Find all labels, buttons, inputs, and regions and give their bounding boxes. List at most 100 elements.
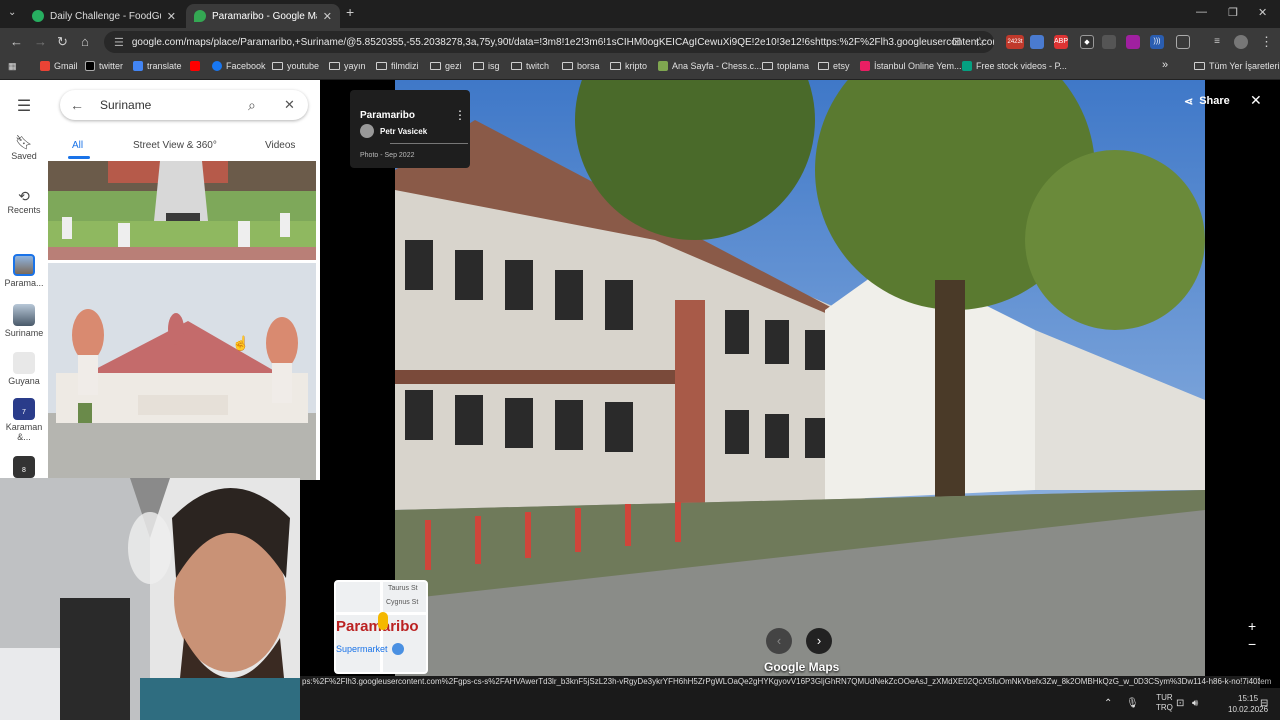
bookmark-folder-yayin[interactable]: yayın [329, 61, 366, 71]
tab-foodguessr[interactable]: Daily Challenge - FoodGuessr | ✕ [24, 4, 184, 28]
zoom-out-icon[interactable]: − [1248, 636, 1256, 652]
url-field[interactable]: ☰ google.com/maps/place/Paramaribo,+Suri… [104, 31, 994, 53]
forward-icon[interactable]: → [34, 34, 47, 50]
rail-paramaribo[interactable]: Parama... [0, 254, 48, 288]
url-text: google.com/maps/place/Paramaribo,+Surina… [131, 36, 994, 48]
rail-label: Karaman &... [5, 422, 43, 442]
bookmark-folder-kripto[interactable]: kripto [610, 61, 647, 71]
tab-bar: ⌄ Daily Challenge - FoodGuessr | ✕ Param… [0, 0, 1280, 28]
all-bookmarks[interactable]: Tüm Yer İşaretleri [1194, 61, 1280, 71]
previous-photo-button[interactable]: ‹ [766, 628, 792, 654]
bookmark-folder-isg[interactable]: isg [473, 61, 500, 71]
foodguessr-favicon-icon [32, 10, 44, 22]
bookmark-facebook[interactable]: Facebook [212, 61, 266, 71]
purple-ext-icon[interactable] [1126, 35, 1140, 49]
paramaribo-thumb [13, 254, 35, 276]
close-tab-icon[interactable]: ✕ [167, 10, 176, 23]
bookmark-folder-toplama[interactable]: toplama [762, 61, 809, 71]
more-options-icon[interactable]: ⋮ [454, 108, 466, 122]
volume-icon[interactable]: 🔊︎ [1192, 698, 1198, 709]
photo-date: Photo - Sep 2022 [360, 152, 415, 159]
bookmark-folder-twitch[interactable]: twitch [511, 61, 549, 71]
rail-suriname[interactable]: Suriname [0, 304, 48, 338]
close-window-icon[interactable]: ✕ [1258, 6, 1267, 19]
close-tab-icon[interactable]: ✕ [323, 10, 332, 23]
rail-extra[interactable]: 8 [0, 456, 48, 480]
search-input[interactable] [100, 98, 240, 112]
zoom-in-icon[interactable]: + [1248, 618, 1256, 634]
photo-viewer: Paramaribo ⋮ Petr Vasicek Photo - Sep 20… [320, 80, 1280, 680]
bookmark-folder-borsa[interactable]: borsa [562, 61, 600, 71]
translate-ext-icon[interactable] [1030, 35, 1044, 49]
bookmark-youtube-icon[interactable] [190, 61, 204, 71]
photo-tile-monument[interactable] [48, 161, 316, 260]
clear-search-icon[interactable]: ✕ [284, 97, 295, 113]
rail-guyana[interactable]: Guyana [0, 352, 48, 386]
photo-tile-temple[interactable]: ☝ [48, 263, 316, 480]
language-indicator[interactable]: TUR TRQ [1156, 693, 1173, 713]
next-photo-button[interactable]: › [806, 628, 832, 654]
install-icon[interactable]: ⊡ [952, 34, 961, 50]
home-icon[interactable]: ⌂ [81, 34, 89, 50]
address-bar: ← → ↻ ⌂ ☰ google.com/maps/place/Paramari… [0, 28, 1280, 56]
chess-icon [658, 61, 668, 71]
bookmark-folder-gezi[interactable]: gezi [430, 61, 462, 71]
author-avatar[interactable] [360, 124, 374, 138]
profile-avatar[interactable] [1234, 35, 1248, 49]
pegman-icon [378, 612, 388, 630]
rail-recents[interactable]: ⟲ Recents [0, 188, 48, 215]
bookmark-twitter[interactable]: twitter [85, 61, 123, 71]
network-icon[interactable]: ⊡ [1176, 698, 1184, 709]
bookmark-istanbul-yemek[interactable]: İstanbul Online Yem... [860, 61, 962, 71]
status-url-bar: ps:%2F%2Flh3.googleusercontent.com%2Fgps… [300, 676, 1260, 688]
tray-overflow-icon[interactable]: ⌃ [1104, 698, 1112, 709]
bookmark-translate[interactable]: translate [133, 61, 182, 71]
tab-google-maps[interactable]: Paramaribo - Google Maps ✕ [186, 4, 340, 28]
adblock-icon[interactable]: ABP [1054, 35, 1068, 49]
microphone-icon[interactable]: 🎙︎ [1126, 698, 1139, 709]
maps-favicon-icon [194, 10, 206, 22]
maps-side-rail: ☰ 🔖︎ Saved ⟲ Recents Parama... Suriname … [0, 80, 48, 480]
bookmarks-overflow-icon[interactable]: » [1162, 59, 1168, 71]
diamond-ext-icon[interactable]: ◆ [1080, 35, 1094, 49]
minimap[interactable]: Taurus St Cygnus St Paramaribo Supermark… [334, 580, 428, 674]
site-info-icon[interactable]: ☰ [114, 36, 124, 49]
bookmark-gmail[interactable]: Gmail [40, 61, 78, 71]
webcam-overlay [0, 478, 300, 720]
rail-saved[interactable]: 🔖︎ Saved [0, 134, 48, 161]
folder-icon [473, 62, 484, 70]
bookmark-pexels[interactable]: Free stock videos - P... [962, 61, 1067, 71]
bookmark-folder-filmdizi[interactable]: filmdizi [376, 61, 419, 71]
author-name[interactable]: Petr Vasicek [380, 127, 427, 136]
reload-icon[interactable]: ↻ [57, 34, 68, 50]
bookmark-chess[interactable]: Ana Sayfa - Chess.c... [658, 61, 762, 71]
back-arrow-icon[interactable]: ← [70, 97, 84, 113]
minimize-icon[interactable]: — [1196, 6, 1207, 18]
apps-grid-icon[interactable]: ▦ [8, 61, 17, 72]
tab-videos[interactable]: Videos [265, 140, 295, 151]
tab-street-view[interactable]: Street View & 360° [133, 140, 217, 151]
tab-search-icon[interactable]: ⌄ [8, 5, 16, 21]
folder-icon [376, 62, 387, 70]
place-name[interactable]: Paramaribo [360, 110, 415, 121]
extensions-icon[interactable] [1176, 35, 1190, 49]
notifications-icon[interactable]: ⊟ [1260, 698, 1268, 709]
search-icon[interactable]: ⌕ [248, 97, 256, 114]
audio-ext-icon[interactable]: ))) [1150, 35, 1164, 49]
media-icon[interactable]: ≡ [1210, 35, 1224, 49]
share-button[interactable]: ⋖ Share [1176, 90, 1238, 112]
bookmark-folder-youtube[interactable]: youtube [272, 61, 319, 71]
street-photo[interactable] [395, 80, 1205, 680]
glasses-ext-icon[interactable] [1102, 35, 1116, 49]
menu-dots-icon[interactable]: ⋮ [1260, 34, 1273, 50]
rail-karaman[interactable]: 7 Karaman &... [0, 398, 48, 442]
extension-badge-icon[interactable]: 2423t [1006, 35, 1024, 49]
close-viewer-icon[interactable]: ✕ [1250, 92, 1262, 109]
bookmark-folder-etsy[interactable]: etsy [818, 61, 850, 71]
star-icon[interactable]: ☆ [974, 34, 986, 50]
tab-all[interactable]: All [72, 140, 83, 151]
new-tab-icon[interactable]: + [346, 4, 354, 20]
menu-icon[interactable]: ☰ [0, 96, 48, 116]
back-icon[interactable]: ← [10, 34, 23, 50]
maximize-icon[interactable]: ❐ [1228, 6, 1238, 19]
